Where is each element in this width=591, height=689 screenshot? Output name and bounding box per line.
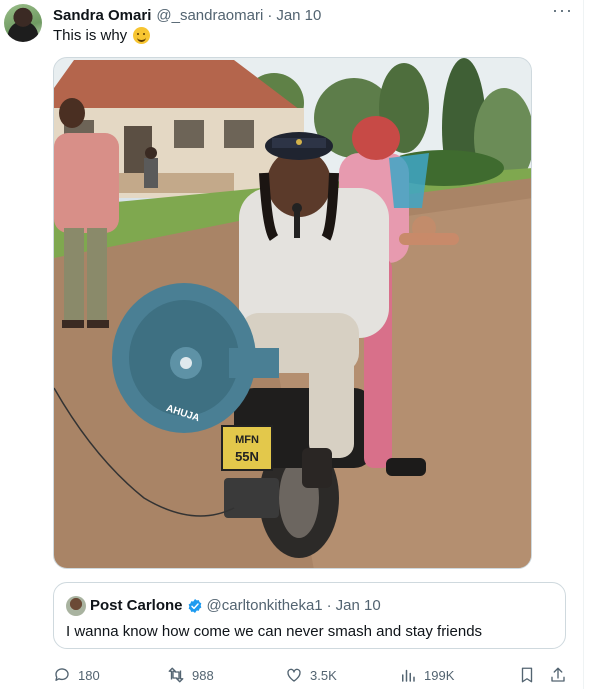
more-options-icon[interactable]: ···: [552, 1, 573, 19]
share-button[interactable]: [549, 666, 567, 684]
quoted-author-avatar[interactable]: [66, 596, 86, 616]
quoted-tweet[interactable]: Post Carlone @carltonkitheka1 · Jan 10 I…: [53, 582, 566, 649]
tweet-text: This is why: [53, 27, 151, 44]
upside-down-smile-emoji-icon: [133, 27, 151, 44]
tweet-photo[interactable]: MFN 55N AHUJA: [53, 57, 532, 569]
views-button[interactable]: 199K: [399, 666, 454, 684]
reply-icon: [55, 668, 69, 681]
author-avatar[interactable]: [4, 4, 42, 42]
tweet-actions-bar: 180 988 3.5K 199K: [53, 664, 566, 686]
retweet-icon: [168, 667, 184, 683]
quoted-tweet-header: Post Carlone @carltonkitheka1 · Jan 10: [90, 597, 381, 614]
heart-icon: [287, 668, 301, 682]
quoted-author-name[interactable]: Post Carlone: [90, 597, 183, 614]
author-handle[interactable]: @_sandraomari: [156, 7, 263, 24]
like-button[interactable]: 3.5K: [285, 666, 337, 684]
share-icon: [551, 667, 565, 682]
retweet-button[interactable]: 988: [167, 666, 214, 684]
bookmark-icon: [521, 667, 533, 683]
plate-line-2: 55N: [235, 449, 259, 464]
bookmark-button[interactable]: [518, 666, 536, 684]
reply-count: 180: [78, 667, 100, 683]
separator: ·: [267, 6, 273, 24]
plate-line-1: MFN: [235, 434, 259, 446]
quoted-separator: ·: [326, 597, 332, 614]
photo-illustration: MFN 55N AHUJA: [54, 58, 531, 568]
quoted-author-handle[interactable]: @carltonkitheka1: [207, 597, 323, 614]
quoted-time[interactable]: Jan 10: [336, 597, 381, 614]
tweet-time[interactable]: Jan 10: [276, 7, 321, 24]
like-count: 3.5K: [310, 667, 337, 683]
column-divider: [583, 0, 584, 689]
tweet-header: Sandra Omari @_sandraomari · Jan 10: [53, 5, 581, 25]
verified-badge-icon: [188, 598, 201, 613]
analytics-icon: [402, 669, 415, 682]
retweet-count: 988: [192, 667, 214, 683]
view-count: 199K: [424, 667, 455, 683]
reply-button[interactable]: 180: [53, 666, 100, 684]
author-name[interactable]: Sandra Omari: [53, 7, 151, 24]
tweet-text-content: This is why: [53, 27, 128, 44]
quoted-tweet-text: I wanna know how come we can never smash…: [66, 623, 483, 640]
